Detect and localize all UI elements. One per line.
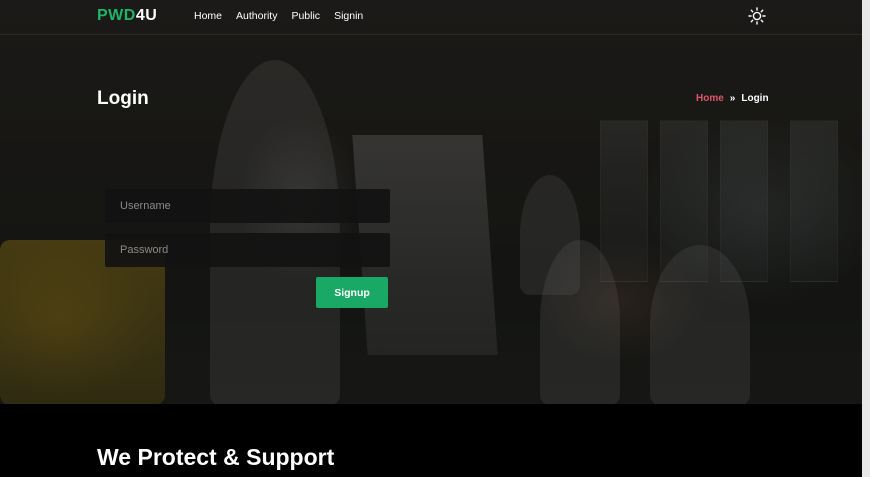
brand-logo-rest: 4U <box>135 7 158 24</box>
nav-item-signin[interactable]: Signin <box>334 10 363 22</box>
nav-item-home[interactable]: Home <box>194 10 222 22</box>
brand-logo-accent: PWD <box>97 7 136 24</box>
nav-item-public[interactable]: Public <box>291 10 320 22</box>
theme-toggle-button[interactable] <box>748 7 766 25</box>
section-heading: We Protect & Support <box>97 444 335 470</box>
breadcrumb-home-link[interactable]: Home <box>696 93 724 104</box>
breadcrumb-separator: » <box>729 93 736 104</box>
page-title: Login <box>97 88 149 109</box>
brand-logo[interactable]: PWD4U <box>97 7 157 25</box>
sun-icon <box>748 7 766 25</box>
signup-button[interactable]: Signup <box>316 277 388 308</box>
breadcrumb-current: Login <box>741 93 769 104</box>
username-input[interactable] <box>105 189 390 223</box>
top-navbar: PWD4U Home Authority Public Signin <box>0 0 862 35</box>
breadcrumb: Home » Login <box>696 93 769 104</box>
nav-menu: Home Authority Public Signin <box>194 10 377 22</box>
nav-item-authority[interactable]: Authority <box>236 10 277 22</box>
scrollbar-track[interactable] <box>862 0 870 477</box>
password-input[interactable] <box>105 233 390 267</box>
